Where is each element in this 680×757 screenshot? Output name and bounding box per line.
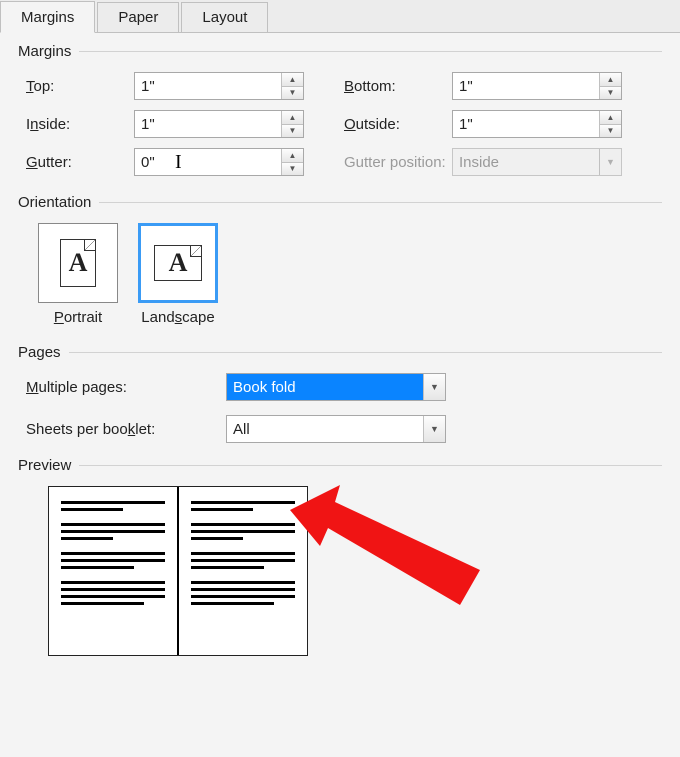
bottom-value[interactable]: 1" xyxy=(453,73,599,99)
section-margins-label: Margins xyxy=(18,43,71,60)
sheets-per-booklet-label: Sheets per booklet: xyxy=(26,421,226,438)
portrait-label: Portrait xyxy=(38,309,118,326)
outside-label: Outside: xyxy=(344,116,452,133)
spin-down-icon[interactable]: ▼ xyxy=(282,86,303,100)
gutter-label: Gutter: xyxy=(26,154,134,171)
spin-up-icon[interactable]: ▲ xyxy=(282,111,303,124)
divider xyxy=(69,352,662,353)
chevron-down-icon[interactable]: ▼ xyxy=(423,374,445,400)
chevron-down-icon: ▼ xyxy=(599,149,621,175)
tab-layout[interactable]: Layout xyxy=(181,2,268,32)
bottom-label: Bottom: xyxy=(344,78,452,95)
outside-value[interactable]: 1" xyxy=(453,111,599,137)
spin-down-icon[interactable]: ▼ xyxy=(282,124,303,138)
section-preview-label: Preview xyxy=(18,457,71,474)
page-landscape-icon: A xyxy=(154,245,202,281)
text-cursor-icon: I xyxy=(175,151,182,174)
inside-label: Inside: xyxy=(26,116,134,133)
chevron-down-icon[interactable]: ▼ xyxy=(423,416,445,442)
spin-up-icon[interactable]: ▲ xyxy=(600,73,621,86)
gutter-position-label: Gutter position: xyxy=(344,154,452,171)
top-spinner[interactable]: 1" ▲▼ xyxy=(134,72,304,100)
tab-margins[interactable]: Margins xyxy=(0,1,95,33)
landscape-label: Landscape xyxy=(138,309,218,326)
divider xyxy=(79,51,662,52)
divider xyxy=(79,465,662,466)
bottom-spinner[interactable]: 1" ▲▼ xyxy=(452,72,622,100)
sheets-per-booklet-dropdown[interactable]: All ▼ xyxy=(226,415,446,443)
top-label: Top: xyxy=(26,78,134,95)
divider xyxy=(99,202,662,203)
page-portrait-icon: A xyxy=(60,239,96,287)
preview-icon xyxy=(48,486,308,656)
gutter-spinner[interactable]: 0"I ▲▼ xyxy=(134,148,304,176)
spin-down-icon[interactable]: ▼ xyxy=(600,86,621,100)
section-orientation-label: Orientation xyxy=(18,194,91,211)
gutter-value[interactable]: 0"I xyxy=(135,149,281,175)
tab-paper[interactable]: Paper xyxy=(97,2,179,32)
gutter-position-dropdown: Inside ▼ xyxy=(452,148,622,176)
orientation-landscape[interactable]: A Landscape xyxy=(138,223,218,326)
orientation-portrait[interactable]: A Portrait xyxy=(38,223,118,326)
multiple-pages-value: Book fold xyxy=(227,374,423,400)
spin-down-icon[interactable]: ▼ xyxy=(282,162,303,176)
section-pages-label: Pages xyxy=(18,344,61,361)
outside-spinner[interactable]: 1" ▲▼ xyxy=(452,110,622,138)
top-value[interactable]: 1" xyxy=(135,73,281,99)
tab-bar: Margins Paper Layout xyxy=(0,0,680,33)
spin-up-icon[interactable]: ▲ xyxy=(282,149,303,162)
spin-up-icon[interactable]: ▲ xyxy=(282,73,303,86)
spin-up-icon[interactable]: ▲ xyxy=(600,111,621,124)
gutter-position-value: Inside xyxy=(453,149,599,175)
spin-down-icon[interactable]: ▼ xyxy=(600,124,621,138)
inside-value[interactable]: 1" xyxy=(135,111,281,137)
multiple-pages-dropdown[interactable]: Book fold ▼ xyxy=(226,373,446,401)
sheets-per-booklet-value: All xyxy=(227,416,423,442)
multiple-pages-label: Multiple pages: xyxy=(26,379,226,396)
inside-spinner[interactable]: 1" ▲▼ xyxy=(134,110,304,138)
